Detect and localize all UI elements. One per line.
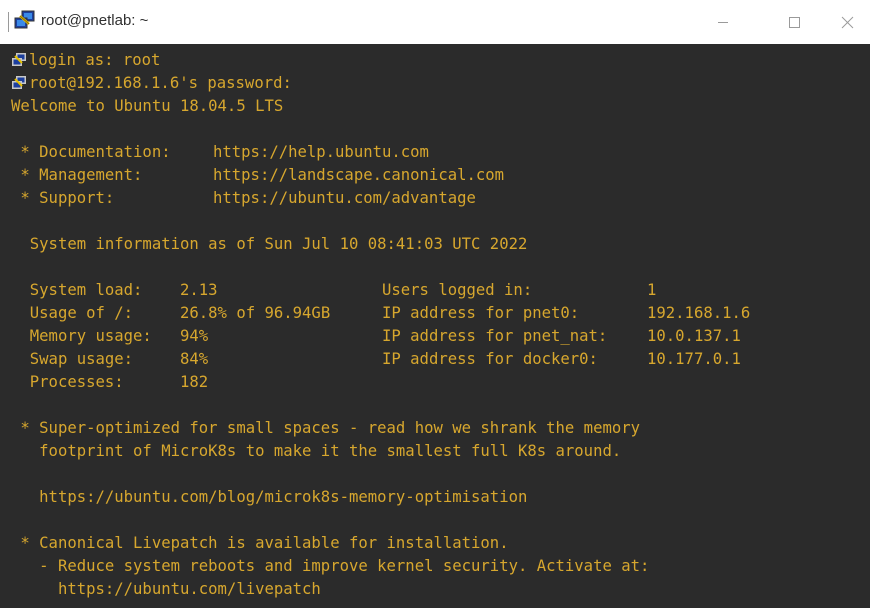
- sysinfo-row: Swap usage: 84% IP address for docker0: 10.…: [11, 348, 750, 371]
- doc-link-line: * Documentation: https://help.ubuntu.com: [11, 141, 750, 164]
- support-link-line: * Support: https://ubuntu.com/advantage: [11, 187, 750, 210]
- sysinfo-value: 26.8% of 96.94GB: [180, 304, 331, 322]
- sysinfo-row: Processes: 182: [11, 371, 750, 394]
- password-prompt: root@192.168.1.6's password:: [29, 74, 292, 92]
- close-icon: [841, 16, 854, 29]
- minimize-icon: [718, 22, 728, 23]
- sysinfo-row: System load: 2.13 Users logged in: 1: [11, 279, 750, 302]
- microk8s-line: * Super-optimized for small spaces - rea…: [11, 419, 641, 437]
- link-url: https://ubuntu.com/advantage: [213, 189, 476, 207]
- sysinfo-key: Swap usage:: [11, 350, 134, 368]
- microk8s-url-line: https://ubuntu.com/blog/microk8s-memory-…: [11, 488, 528, 506]
- link-label: * Support:: [11, 189, 115, 207]
- sysinfo-value: 10.177.0.1: [647, 350, 741, 368]
- sysinfo-value: 182: [180, 373, 209, 391]
- sysinfo-key: IP address for pnet0:: [382, 304, 580, 322]
- livepatch-line: https://ubuntu.com/livepatch: [11, 580, 321, 598]
- sysinfo-key: IP address for docker0:: [382, 350, 598, 368]
- management-link-line: * Management: https://landscape.canonical…: [11, 164, 750, 187]
- sysinfo-row: Memory usage: 94% IP address for pnet_nat:…: [11, 325, 750, 348]
- terminal-line-password: root@192.168.1.6's password:: [11, 72, 750, 95]
- sysinfo-value: 192.168.1.6: [647, 304, 751, 322]
- link-label: * Documentation:: [11, 143, 171, 161]
- welcome-line: Welcome to Ubuntu 18.04.5 LTS: [11, 97, 284, 115]
- maximize-button[interactable]: [771, 6, 817, 38]
- putty-icon[interactable]: [14, 10, 36, 30]
- sysinfo-key: Usage of /:: [11, 304, 134, 322]
- sysinfo-header: System information as of Sun Jul 10 08:4…: [11, 235, 528, 253]
- sysinfo-value: 84%: [180, 350, 209, 368]
- sysinfo-value: 1: [647, 281, 657, 299]
- microk8s-line: footprint of MicroK8s to make it the sma…: [11, 442, 622, 460]
- link-label: * Management:: [11, 166, 143, 184]
- sysinfo-key: Processes:: [11, 373, 124, 391]
- title-bar-edge: [8, 12, 9, 32]
- sysinfo-row: Usage of /: 26.8% of 96.94GB IP address fo…: [11, 302, 751, 325]
- terminal-line-login: login as: root: [11, 49, 750, 72]
- terminal-area[interactable]: login as: root root@192.168.1.6's passwo…: [0, 44, 870, 608]
- sysinfo-key: Memory usage:: [11, 327, 152, 345]
- session-icon: [12, 76, 26, 89]
- login-prompt: login as: root: [29, 51, 161, 69]
- livepatch-line: * Canonical Livepatch is available for i…: [11, 534, 509, 552]
- sysinfo-value: 94%: [180, 327, 209, 345]
- link-url: https://landscape.canonical.com: [213, 166, 505, 184]
- minimize-button[interactable]: [700, 6, 746, 38]
- sysinfo-key: IP address for pnet_nat:: [382, 327, 608, 345]
- livepatch-line: - Reduce system reboots and improve kern…: [11, 557, 650, 575]
- sysinfo-key: System load:: [11, 281, 143, 299]
- sysinfo-key: Users logged in:: [382, 281, 533, 299]
- close-button[interactable]: [824, 6, 870, 38]
- link-url: https://help.ubuntu.com: [213, 143, 429, 161]
- title-bar[interactable]: root@pnetlab: ~: [0, 0, 870, 44]
- terminal-output: login as: root root@192.168.1.6's passwo…: [11, 49, 750, 601]
- sysinfo-value: 2.13: [180, 281, 218, 299]
- maximize-icon: [789, 17, 800, 28]
- window-title: root@pnetlab: ~: [41, 12, 149, 29]
- sysinfo-value: 10.0.137.1: [647, 327, 741, 345]
- session-icon: [12, 53, 26, 66]
